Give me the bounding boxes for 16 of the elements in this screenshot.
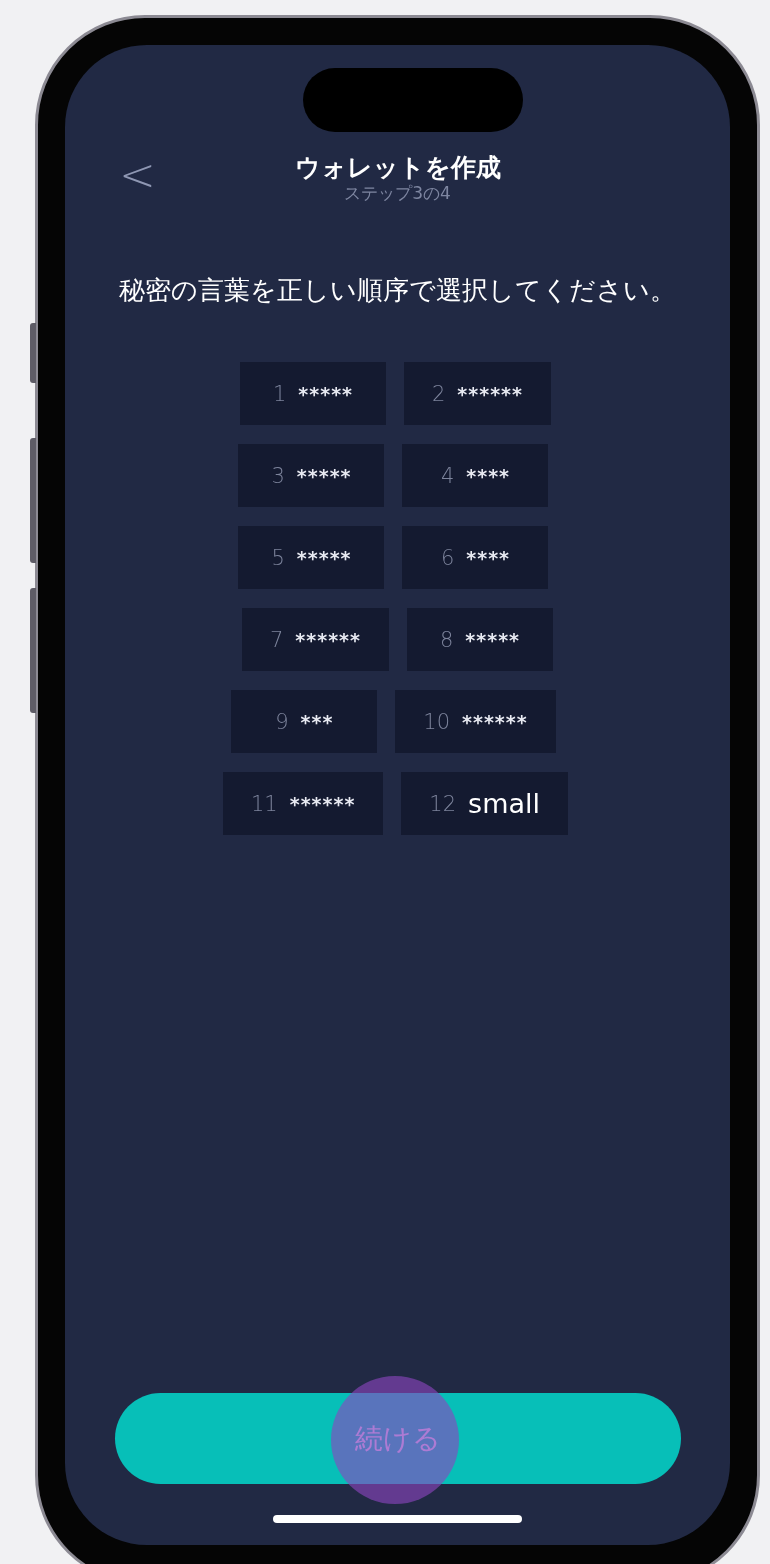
word-chip[interactable]: 6 **** [402, 526, 549, 589]
word-chip[interactable]: 4 **** [402, 444, 549, 507]
word-chip[interactable]: 12 small [401, 772, 568, 835]
word-chip[interactable]: 9 *** [231, 690, 378, 753]
step-indicator: ステップ3の4 [344, 182, 451, 203]
word-chip[interactable]: 11 ****** [223, 772, 384, 835]
word-chip[interactable]: 7 ****** [242, 608, 389, 671]
word-chip[interactable]: 2 ****** [404, 362, 551, 425]
instruction-text: 秘密の言葉を正しい順序で選択してください。 [119, 274, 676, 307]
word-chip[interactable]: 5 ***** [238, 526, 385, 589]
word-chip[interactable]: 10 ****** [395, 690, 556, 753]
word-chip[interactable]: 3 ***** [238, 444, 385, 507]
back-button[interactable]: < [115, 153, 160, 197]
screen-title: ウォレットを作成 [294, 152, 501, 183]
word-chip[interactable]: 8 ***** [407, 608, 553, 671]
word-chip[interactable]: 1 ***** [240, 362, 386, 425]
